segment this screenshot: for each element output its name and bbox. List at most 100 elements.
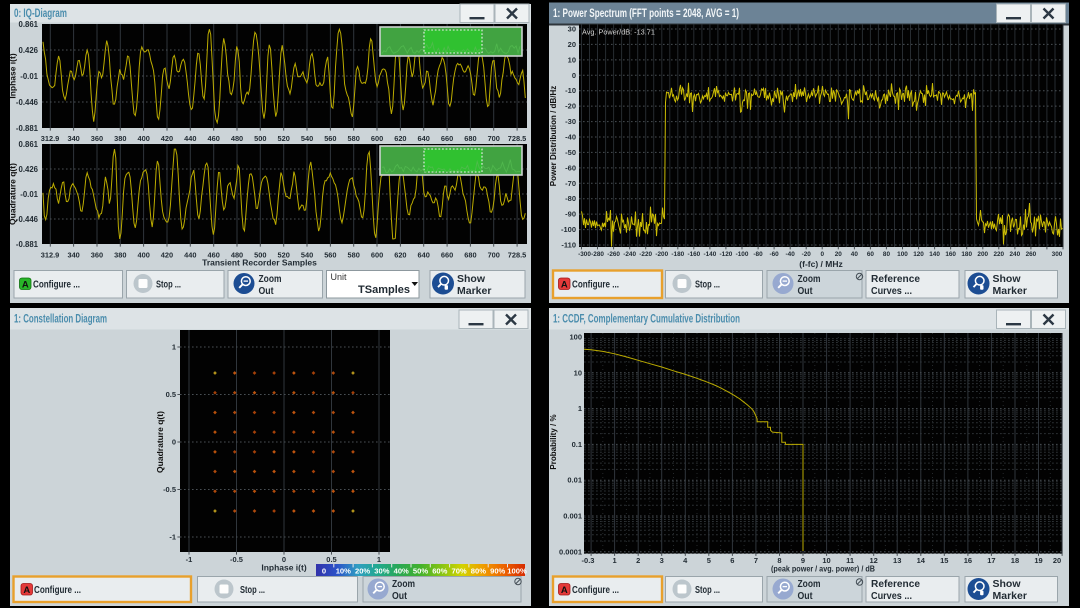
svg-text:0.01: 0.01 xyxy=(567,476,582,485)
svg-text:Out: Out xyxy=(259,285,274,297)
svg-text:0.861: 0.861 xyxy=(18,140,38,149)
svg-text:620: 620 xyxy=(394,134,406,143)
svg-text:0.5: 0.5 xyxy=(166,390,176,399)
svg-text:20: 20 xyxy=(568,40,576,49)
svg-text:560: 560 xyxy=(324,134,336,143)
svg-text:140: 140 xyxy=(929,251,940,258)
svg-text:440: 440 xyxy=(184,134,196,143)
svg-text:10: 10 xyxy=(574,368,582,377)
svg-text:300: 300 xyxy=(1052,251,1063,258)
svg-text:0.861: 0.861 xyxy=(18,20,38,29)
svg-text:-40: -40 xyxy=(565,133,576,142)
svg-text:-80: -80 xyxy=(753,251,763,258)
svg-text:312.9: 312.9 xyxy=(41,251,60,260)
svg-text:(f-fc) / MHz: (f-fc) / MHz xyxy=(799,259,842,269)
svg-text:340: 340 xyxy=(67,251,79,260)
svg-text:10: 10 xyxy=(568,55,576,64)
svg-text:90%: 90% xyxy=(490,566,505,575)
svg-text:620: 620 xyxy=(394,251,406,260)
svg-text:0: 0 xyxy=(820,251,824,258)
svg-text:A: A xyxy=(23,585,30,596)
svg-text:1: 1 xyxy=(578,404,582,413)
svg-text:440: 440 xyxy=(184,251,196,260)
svg-text:540: 540 xyxy=(301,134,313,143)
svg-text:400: 400 xyxy=(137,251,149,260)
svg-text:13: 13 xyxy=(893,556,901,565)
svg-text:40%: 40% xyxy=(394,566,409,575)
svg-text:Quadrature q(t): Quadrature q(t) xyxy=(10,163,18,225)
svg-text:Show: Show xyxy=(457,273,486,285)
svg-text:-120: -120 xyxy=(720,251,733,258)
svg-text:360: 360 xyxy=(91,134,103,143)
svg-text:1: 1 xyxy=(172,343,176,352)
svg-text:Zoom: Zoom xyxy=(392,578,415,590)
svg-text:-220: -220 xyxy=(639,251,652,258)
svg-text:-0.446: -0.446 xyxy=(16,98,39,107)
svg-text:Power Distribution / dB/Hz: Power Distribution / dB/Hz xyxy=(549,86,558,186)
svg-text:Stop ...: Stop ... xyxy=(156,279,181,291)
svg-text:0.426: 0.426 xyxy=(18,165,38,174)
svg-text:-90: -90 xyxy=(565,210,576,219)
svg-text:728.5: 728.5 xyxy=(508,134,527,143)
svg-text:380: 380 xyxy=(114,251,126,260)
svg-text:680: 680 xyxy=(464,134,476,143)
svg-text:Out: Out xyxy=(798,590,813,602)
svg-text:80%: 80% xyxy=(471,566,486,575)
svg-text:A: A xyxy=(561,279,568,290)
svg-text:Configure ...: Configure ... xyxy=(572,584,619,596)
svg-text:30: 30 xyxy=(568,25,576,34)
svg-text:400: 400 xyxy=(137,134,149,143)
svg-text:Out: Out xyxy=(798,285,813,297)
svg-text:Marker: Marker xyxy=(993,285,1027,297)
svg-text:1: 1 xyxy=(613,556,617,565)
svg-text:15: 15 xyxy=(940,556,948,565)
svg-text:A: A xyxy=(22,279,29,290)
svg-text:680: 680 xyxy=(464,251,476,260)
svg-text:580: 580 xyxy=(348,134,360,143)
svg-text:60: 60 xyxy=(867,251,875,258)
svg-text:1: CCDF, Complementary Cumulat: 1: CCDF, Complementary Cumulative Distri… xyxy=(553,314,740,326)
svg-text:70%: 70% xyxy=(451,566,466,575)
svg-text:-180: -180 xyxy=(671,251,684,258)
svg-text:1: Constellation Diagram: 1: Constellation Diagram xyxy=(14,314,107,326)
svg-text:Out: Out xyxy=(392,590,407,602)
svg-text:10%: 10% xyxy=(336,566,351,575)
svg-text:20: 20 xyxy=(1053,556,1061,565)
svg-text:6: 6 xyxy=(730,556,734,565)
svg-text:17: 17 xyxy=(987,556,995,565)
svg-text:Probability / %: Probability / % xyxy=(549,414,558,469)
svg-text:80: 80 xyxy=(883,251,891,258)
svg-text:Curves ...: Curves ... xyxy=(871,590,912,602)
svg-text:1: Power Spectrum (FFT points: 1: Power Spectrum (FFT points = 2048, AV… xyxy=(553,8,739,20)
svg-text:40: 40 xyxy=(851,251,859,258)
svg-text:A: A xyxy=(561,585,568,596)
svg-text:Stop ...: Stop ... xyxy=(240,584,265,596)
svg-text:340: 340 xyxy=(67,134,79,143)
svg-text:50%: 50% xyxy=(413,566,428,575)
svg-text:-0.5: -0.5 xyxy=(163,485,176,494)
svg-text:-280: -280 xyxy=(591,251,604,258)
svg-text:500: 500 xyxy=(254,134,266,143)
svg-text:360: 360 xyxy=(91,251,103,260)
svg-text:100%: 100% xyxy=(507,566,527,575)
svg-text:-40: -40 xyxy=(786,251,796,258)
svg-text:0.426: 0.426 xyxy=(18,46,38,55)
svg-text:5: 5 xyxy=(707,556,711,565)
svg-text:Marker: Marker xyxy=(457,285,491,297)
svg-text:0: 0 xyxy=(572,71,576,80)
svg-text:0.001: 0.001 xyxy=(563,512,582,521)
svg-text:Show: Show xyxy=(993,578,1022,590)
svg-text:660: 660 xyxy=(441,134,453,143)
svg-text:-240: -240 xyxy=(623,251,636,258)
svg-text:20: 20 xyxy=(835,251,843,258)
svg-text:-260: -260 xyxy=(607,251,620,258)
svg-text:Configure ...: Configure ... xyxy=(33,279,80,291)
svg-text:Quadrature q(t): Quadrature q(t) xyxy=(155,411,165,473)
svg-text:200: 200 xyxy=(977,251,988,258)
svg-text:0: IQ-Diagram: 0: IQ-Diagram xyxy=(14,8,67,20)
svg-text:2: 2 xyxy=(636,556,640,565)
svg-text:60%: 60% xyxy=(432,566,447,575)
svg-text:Zoom: Zoom xyxy=(259,273,282,285)
svg-text:-10: -10 xyxy=(565,86,576,95)
svg-text:520: 520 xyxy=(278,134,290,143)
